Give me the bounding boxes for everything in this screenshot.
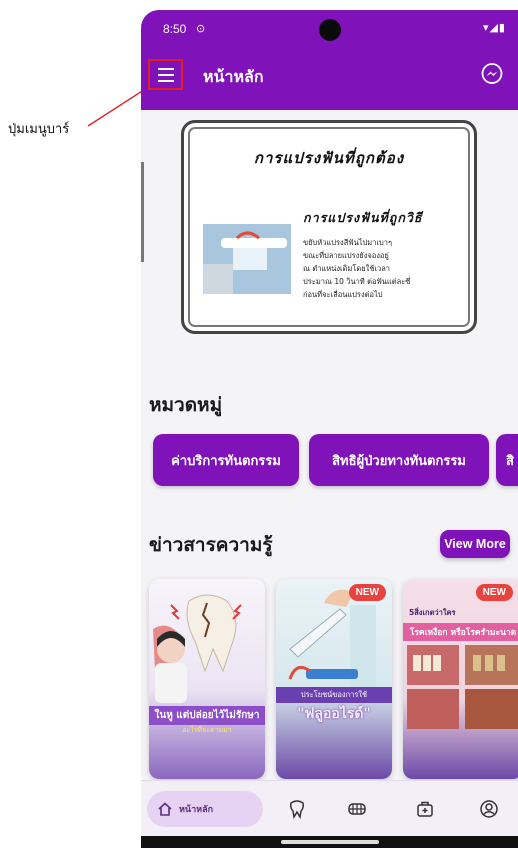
category-chip-label: สิ — [506, 453, 514, 469]
phone-frame: 8:50 ⊙ ▾◢▮ หน้าหลัก การแปรงฟันที่ถูกต้อง — [141, 10, 518, 848]
category-chip-patient-rights[interactable]: สิทธิผู้ป่วยทางทันตกรรม — [309, 434, 489, 486]
news-title: ข่าวสารความรู้ — [149, 534, 273, 556]
bottom-navigation: หน้าหลัก — [141, 780, 518, 836]
annotation-label: ปุ่มเมนูบาร์ — [8, 122, 70, 137]
new-badge: NEW — [475, 584, 513, 601]
status-time: 8:50 — [163, 22, 187, 36]
toothbrush-image — [203, 224, 291, 294]
nav-home-label: หน้าหลัก — [179, 805, 214, 815]
tooth-icon[interactable] — [287, 799, 307, 819]
profile-icon[interactable] — [479, 799, 499, 819]
banner-subtitle: การแปรงฟันที่ถูกวิธี — [303, 210, 423, 225]
new-badge: NEW — [348, 584, 386, 601]
news-card-caption: "ฟลูออไรด์" — [297, 706, 371, 722]
main-content[interactable]: การแปรงฟันที่ถูกต้อง การแปรงฟันที่ถูกวิธ… — [141, 110, 518, 780]
category-chip-label: ค่าบริการทันตกรรม — [171, 453, 281, 469]
hamburger-menu-button[interactable] — [148, 59, 183, 90]
app-bar: หน้าหลัก — [141, 44, 518, 110]
category-chip-partial[interactable]: สิ — [496, 434, 518, 486]
hamburger-menu-icon — [157, 66, 174, 84]
menu-button-annotation: ปุ่มเมนูบาร์ — [8, 118, 69, 139]
view-more-button[interactable]: View More — [440, 530, 510, 558]
home-indicator[interactable] — [281, 840, 379, 844]
news-card-image — [288, 589, 376, 695]
dentures-icon[interactable] — [347, 799, 367, 819]
category-chip-label: สิทธิผู้ป่วยทางทันตกรรม — [332, 453, 466, 469]
news-card-subcaption: ประโยชน์ของการใช้ — [276, 687, 392, 703]
news-card-subcaption: อะไรที่จะตามมา — [182, 726, 232, 734]
news-card[interactable]: 5สิ่งเกตว่าใคร โรคเหงือก หรือโรครำมะนาด … — [403, 579, 518, 779]
app-screen: 8:50 ⊙ ▾◢▮ หน้าหลัก การแปรงฟันที่ถูกต้อง — [141, 10, 518, 848]
page-title: หน้าหลัก — [203, 67, 264, 86]
gesture-bar — [141, 836, 518, 848]
medical-bag-icon[interactable] — [415, 799, 435, 819]
news-card[interactable]: ในหู แต่ปล่อยไว้ไม่รักษา อะไรที่จะตามมา — [149, 579, 265, 779]
news-card[interactable]: NEW ประโยชน์ของการใช้ "ฟลูออไรด์" — [276, 579, 392, 779]
home-icon — [158, 802, 172, 816]
clock-status-icon: ⊙ — [196, 22, 206, 35]
news-card-image — [153, 594, 242, 703]
brushing-banner[interactable]: การแปรงฟันที่ถูกต้อง การแปรงฟันที่ถูกวิธ… — [181, 120, 477, 334]
news-card-subcaption: 5สิ่งเกตว่าใคร — [409, 608, 456, 617]
banner-body: ขยับหัวแปรงสีฟันไปมาเบาๆ ขณะที่ปลายแปรงย… — [303, 238, 411, 299]
front-camera — [319, 19, 341, 41]
category-chip-service-fees[interactable]: ค่าบริการทันตกรรม — [153, 434, 299, 486]
categories-title: หมวดหมู่ — [149, 394, 223, 416]
signal-battery-icon: ▾◢▮ — [482, 21, 506, 34]
messenger-icon[interactable] — [480, 62, 504, 86]
news-card-caption: โรคเหงือก หรือโรครำมะนาด — [409, 628, 517, 638]
nav-home-tab[interactable]: หน้าหลัก — [147, 791, 263, 827]
banner-title: การแปรงฟันที่ถูกต้อง — [253, 149, 405, 167]
news-card-caption: ในหู แต่ปล่อยไว้ไม่รักษา — [149, 706, 265, 725]
status-bar: 8:50 ⊙ ▾◢▮ — [141, 10, 518, 44]
